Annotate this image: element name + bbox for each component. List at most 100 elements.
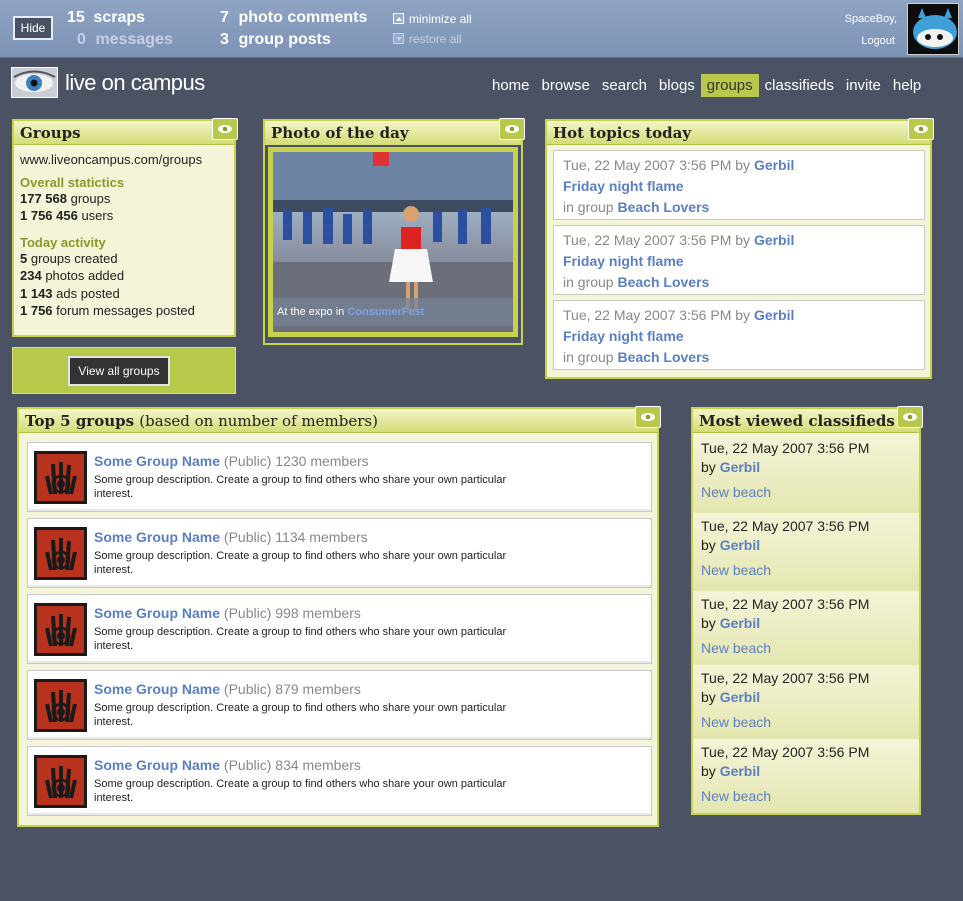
- restore-all-label: restore all: [409, 32, 462, 46]
- stat-users: 1 756 456 users: [20, 208, 114, 223]
- group-description: Some group description. Create a group t…: [94, 702, 507, 728]
- groups-panel: Groups www.liveoncampus.com/groups Overa…: [12, 118, 238, 337]
- today-heading: Today activity: [20, 234, 106, 250]
- group-name-link[interactable]: Some Group Name: [94, 681, 220, 697]
- nav-home[interactable]: home: [486, 74, 536, 97]
- classified-link[interactable]: New beach: [701, 561, 911, 580]
- group-title: Some Group Name (Public) 1134 members: [94, 529, 368, 545]
- author-link[interactable]: Gerbil: [720, 689, 760, 705]
- author-link[interactable]: Gerbil: [754, 232, 794, 248]
- stat-groups-created: 5 groups created: [20, 250, 118, 266]
- logout-link[interactable]: Logout: [861, 35, 895, 47]
- nav-search[interactable]: search: [596, 74, 653, 97]
- group-link[interactable]: Beach Lovers: [617, 349, 709, 365]
- topic-link[interactable]: Friday night flame: [563, 251, 915, 272]
- messages-count: 0: [77, 31, 86, 48]
- scraps-count: 15: [67, 9, 85, 26]
- messages-counter[interactable]: 0 messages: [77, 31, 173, 49]
- restore-icon: [393, 33, 404, 44]
- view-all-groups-button[interactable]: View all groups: [68, 356, 170, 386]
- classifieds-panel: Most viewed classifieds Tue, 22 May 2007…: [691, 406, 923, 815]
- classified-date: Tue, 22 May 2007 3:56 PM: [701, 670, 870, 686]
- group-link[interactable]: Beach Lovers: [617, 274, 709, 290]
- list-item: Tue, 22 May 2007 3:56 PM by Gerbil Frida…: [553, 300, 925, 370]
- group-description: Some group description. Create a group t…: [94, 550, 507, 576]
- photo-comments-count: 7: [220, 9, 229, 26]
- topic-date: Tue, 22 May 2007 3:56 PM: [563, 232, 732, 248]
- author-link[interactable]: Gerbil: [754, 307, 794, 323]
- spiral-hand-icon[interactable]: [34, 603, 87, 656]
- group-name-link[interactable]: Some Group Name: [94, 529, 220, 545]
- stat-photos-added: 234 photos added: [20, 268, 125, 283]
- group-link[interactable]: Beach Lovers: [617, 199, 709, 215]
- avatar[interactable]: [907, 3, 959, 55]
- nav-blogs[interactable]: blogs: [653, 74, 701, 97]
- group-description: Some group description. Create a group t…: [94, 778, 507, 804]
- hot-topics-title: Hot topics today: [547, 121, 930, 145]
- spiral-hand-icon[interactable]: [34, 679, 87, 732]
- photo-comments-label: photo comments: [238, 9, 368, 26]
- classified-link[interactable]: New beach: [701, 787, 911, 806]
- photo-frame: At the expo in ConsumerFest: [268, 147, 518, 337]
- list-item: Tue, 22 May 2007 3:56 PM by Gerbil New b…: [693, 591, 919, 665]
- photo-of-the-day[interactable]: At the expo in ConsumerFest: [273, 152, 513, 332]
- stat-ads-posted: 1 143 ads posted: [20, 285, 120, 301]
- restore-all-button[interactable]: restore all: [393, 32, 462, 46]
- classified-link[interactable]: New beach: [701, 483, 911, 502]
- group-name-link[interactable]: Some Group Name: [94, 605, 220, 621]
- classified-date: Tue, 22 May 2007 3:56 PM: [701, 744, 870, 760]
- site-logo-text[interactable]: live on campus: [65, 70, 205, 96]
- list-item: Tue, 22 May 2007 3:56 PM by Gerbil New b…: [693, 739, 919, 813]
- classified-link[interactable]: New beach: [701, 639, 911, 658]
- eye-icon[interactable]: [897, 406, 923, 428]
- group-title: Some Group Name (Public) 834 members: [94, 757, 361, 773]
- eye-icon[interactable]: [635, 406, 661, 428]
- topic-link[interactable]: Friday night flame: [563, 326, 915, 347]
- minimize-icon: [393, 13, 404, 24]
- group-title: Some Group Name (Public) 998 members: [94, 605, 361, 621]
- author-link[interactable]: Gerbil: [720, 537, 760, 553]
- eye-icon[interactable]: [212, 118, 238, 140]
- messages-label: messages: [95, 31, 173, 48]
- classified-link[interactable]: New beach: [701, 713, 911, 732]
- photo-of-the-day-panel: Photo of the day At the expo in Consumer…: [263, 118, 525, 345]
- group-name-link[interactable]: Some Group Name: [94, 757, 220, 773]
- nav-invite[interactable]: invite: [840, 74, 887, 97]
- list-item: Some Group Name (Public) 834 members Som…: [27, 746, 652, 816]
- author-link[interactable]: Gerbil: [720, 763, 760, 779]
- photo-comments-counter[interactable]: 7 photo comments: [220, 9, 367, 27]
- group-posts-counter[interactable]: 3 group posts: [220, 31, 331, 49]
- group-name-link[interactable]: Some Group Name: [94, 453, 220, 469]
- nav-browse[interactable]: browse: [536, 74, 596, 97]
- spiral-hand-icon[interactable]: [34, 451, 87, 504]
- top-groups-panel: Top 5 groups (based on number of members…: [17, 406, 661, 827]
- hide-button[interactable]: Hide: [13, 16, 53, 40]
- eye-icon[interactable]: [499, 118, 525, 140]
- caption-link[interactable]: ConsumerFest: [347, 306, 424, 318]
- spiral-hand-icon[interactable]: [34, 755, 87, 808]
- photo-caption: At the expo in ConsumerFest: [273, 298, 513, 326]
- eye-icon[interactable]: [908, 118, 934, 140]
- list-item: Some Group Name (Public) 1134 members So…: [27, 518, 652, 588]
- author-link[interactable]: Gerbil: [720, 459, 760, 475]
- group-title: Some Group Name (Public) 879 members: [94, 681, 361, 697]
- classifieds-title: Most viewed classifieds: [693, 409, 919, 433]
- author-link[interactable]: Gerbil: [754, 157, 794, 173]
- eye-photo-icon[interactable]: [11, 67, 58, 98]
- spiral-hand-icon[interactable]: [34, 527, 87, 580]
- topic-link[interactable]: Friday night flame: [563, 176, 915, 197]
- avatar-icon: [908, 4, 958, 54]
- top-status-bar: Hide 15 scraps 0 messages 7 photo commen…: [0, 0, 963, 58]
- author-link[interactable]: Gerbil: [720, 615, 760, 631]
- group-description: Some group description. Create a group t…: [94, 626, 507, 652]
- nav-groups[interactable]: groups: [700, 74, 759, 97]
- groups-url-link[interactable]: www.liveoncampus.com/groups: [20, 151, 228, 169]
- minimize-all-button[interactable]: minimize all: [393, 12, 472, 26]
- list-item: Tue, 22 May 2007 3:56 PM by Gerbil New b…: [693, 665, 919, 739]
- list-item: Some Group Name (Public) 1230 members So…: [27, 442, 652, 512]
- list-item: Some Group Name (Public) 998 members Som…: [27, 594, 652, 664]
- scraps-counter[interactable]: 15 scraps: [67, 9, 145, 27]
- nav-help[interactable]: help: [887, 74, 927, 97]
- nav-classifieds[interactable]: classifieds: [759, 74, 840, 97]
- classified-date: Tue, 22 May 2007 3:56 PM: [701, 596, 870, 612]
